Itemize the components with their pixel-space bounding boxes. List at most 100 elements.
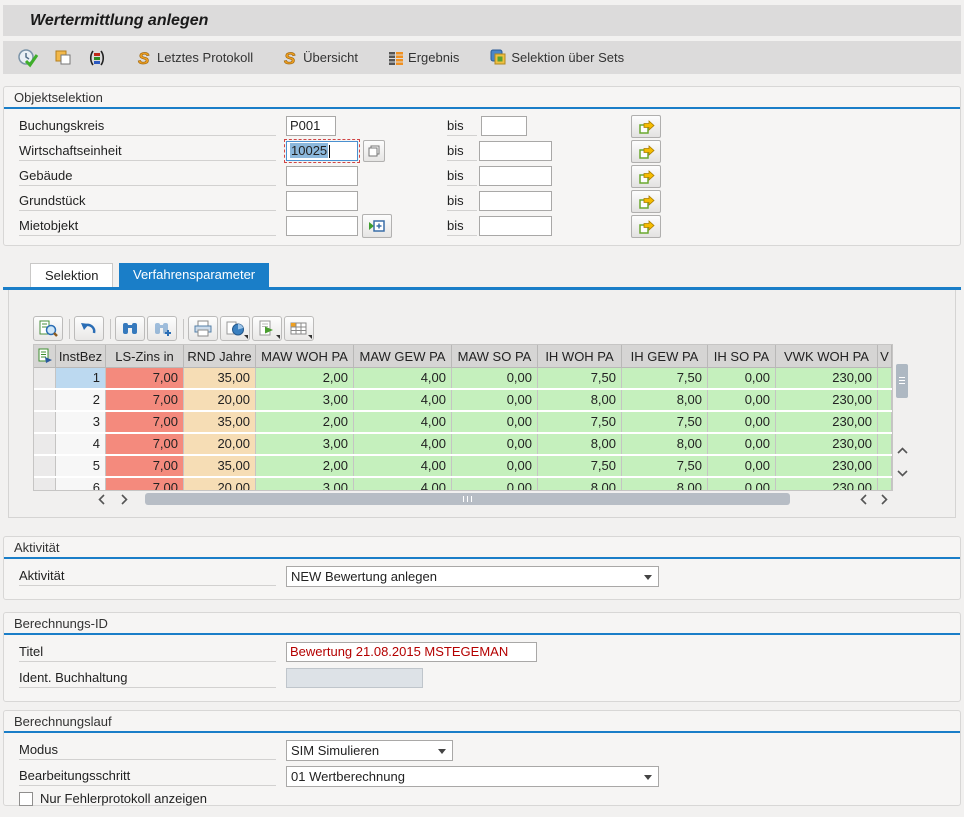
grid-cell[interactable]: 0,00 (452, 412, 538, 432)
grid-column-header[interactable]: MAW GEW PA (354, 345, 452, 368)
modus-dropdown[interactable]: SIM Simulieren (286, 740, 453, 761)
grid-column-header[interactable]: MAW SO PA (452, 345, 538, 368)
grid-cell[interactable]: 8,00 (622, 390, 708, 410)
scroll-left-end-button[interactable] (857, 492, 871, 506)
get-variant-button[interactable] (83, 47, 111, 69)
grid-cell[interactable]: 0,00 (452, 434, 538, 454)
last-protocol-button[interactable]: S Letztes Protokoll (133, 47, 257, 69)
grid-row-selector[interactable] (34, 434, 56, 454)
grid-cell[interactable]: 7,50 (622, 368, 708, 388)
grid-cell[interactable]: 3 (56, 412, 106, 432)
grid-cell[interactable]: 7,50 (538, 368, 622, 388)
grid-column-header[interactable]: InstBez (56, 345, 106, 368)
wirtschaftseinheit-multi-select-button[interactable] (631, 140, 661, 163)
grid-cell[interactable]: 35,00 (184, 412, 256, 432)
grid-cell[interactable]: 20,00 (184, 390, 256, 410)
grid-column-header[interactable]: LS-Zins in (106, 345, 184, 368)
gebaeude-input[interactable] (286, 166, 358, 186)
grid-cell[interactable]: 8,00 (538, 434, 622, 454)
gebaeude-multi-select-button[interactable] (631, 165, 661, 188)
grid-cell[interactable]: 0,00 (708, 368, 776, 388)
grid-cell[interactable]: 4,00 (354, 478, 452, 491)
scroll-up-button[interactable] (895, 444, 909, 458)
grundstueck-input[interactable] (286, 191, 358, 211)
grid-column-header[interactable]: MAW WOH PA (256, 345, 354, 368)
buchungskreis-bis-input[interactable] (481, 116, 527, 136)
grid-cell[interactable]: 8,00 (538, 478, 622, 491)
grid-cell[interactable]: 0,00 (452, 390, 538, 410)
grid-cell[interactable]: 6 (56, 478, 106, 491)
grid-column-header[interactable]: IH GEW PA (622, 345, 708, 368)
mietobjekt-input[interactable] (286, 216, 358, 236)
grid-column-header[interactable]: IH SO PA (708, 345, 776, 368)
grid-cell[interactable]: 7,00 (106, 412, 184, 432)
buchungskreis-multi-select-button[interactable] (631, 115, 661, 138)
grid-cell[interactable]: 4,00 (354, 390, 452, 410)
grid-cell[interactable]: 230,00 (776, 412, 878, 432)
grid-cell[interactable]: 230,00 (776, 368, 878, 388)
grid-cell[interactable]: 8,00 (538, 390, 622, 410)
grid-cell[interactable]: 4,00 (354, 434, 452, 454)
grid-cell[interactable] (878, 434, 892, 454)
grid-cell[interactable]: 7,50 (622, 412, 708, 432)
grid-horizontal-scrollbar[interactable] (33, 492, 893, 506)
grid-cell[interactable]: 35,00 (184, 456, 256, 476)
bearbeitungsschritt-dropdown[interactable]: 01 Wertberechnung (286, 766, 659, 787)
grid-cell[interactable]: 4,00 (354, 368, 452, 388)
grid-row-selector[interactable] (34, 456, 56, 476)
chart-menu-button[interactable] (220, 316, 250, 341)
result-button[interactable]: Ergebnis (384, 48, 463, 67)
vertical-scrollbar-thumb[interactable] (896, 364, 908, 398)
grid-cell[interactable]: 7,50 (538, 412, 622, 432)
find-next-button[interactable] (147, 316, 177, 341)
grid-cell[interactable]: 35,00 (184, 368, 256, 388)
grid-cell[interactable] (878, 456, 892, 476)
undo-button[interactable] (74, 316, 104, 341)
scroll-right-end-button[interactable] (877, 492, 891, 506)
grid-cell[interactable] (878, 368, 892, 388)
grid-cell[interactable]: 3,00 (256, 390, 354, 410)
grid-cell[interactable]: 0,00 (452, 478, 538, 491)
grid-cell[interactable]: 7,00 (106, 368, 184, 388)
grid-cell[interactable]: 2,00 (256, 456, 354, 476)
grid-cell[interactable]: 3,00 (256, 434, 354, 454)
activity-dropdown[interactable]: NEW Bewertung anlegen (286, 566, 659, 587)
grid-column-header[interactable]: RND Jahre (184, 345, 256, 368)
grid-cell[interactable]: 0,00 (708, 478, 776, 491)
horizontal-scrollbar-thumb[interactable] (145, 493, 790, 505)
grid-cell[interactable]: 7,00 (106, 390, 184, 410)
mietobjekt-multi-select-button[interactable] (631, 215, 661, 238)
tab-verfahrensparameter[interactable]: Verfahrensparameter (119, 263, 269, 287)
grid-cell[interactable]: 4,00 (354, 412, 452, 432)
grid-cell[interactable]: 2,00 (256, 368, 354, 388)
grundstueck-bis-input[interactable] (479, 191, 552, 211)
grid-cell[interactable]: 0,00 (452, 456, 538, 476)
gebaeude-bis-input[interactable] (479, 166, 552, 186)
wirtschaftseinheit-matchcode-button[interactable] (363, 140, 385, 162)
scroll-down-button[interactable] (895, 466, 909, 480)
grid-cell[interactable] (878, 390, 892, 410)
find-button[interactable] (115, 316, 145, 341)
grid-cell[interactable]: 0,00 (708, 434, 776, 454)
grid-cell[interactable]: 7,50 (538, 456, 622, 476)
grid-cell[interactable]: 4 (56, 434, 106, 454)
grid-cell[interactable]: 8,00 (622, 478, 708, 491)
grid-cell[interactable]: 0,00 (708, 412, 776, 432)
grid-cell[interactable]: 0,00 (708, 390, 776, 410)
grid-column-header[interactable]: VWK WOH PA (776, 345, 878, 368)
grid-column-header[interactable]: V (878, 345, 892, 368)
grid-cell[interactable]: 7,00 (106, 478, 184, 491)
execute-button[interactable] (13, 46, 43, 70)
grid-cell[interactable]: 230,00 (776, 390, 878, 410)
grid-cell[interactable]: 230,00 (776, 478, 878, 491)
grid-cell[interactable]: 20,00 (184, 478, 256, 491)
grid-cell[interactable]: 7,00 (106, 456, 184, 476)
grid-cell[interactable]: 230,00 (776, 456, 878, 476)
overview-button[interactable]: S Übersicht (279, 47, 362, 69)
print-button[interactable] (188, 316, 218, 341)
grid-column-header[interactable]: IH WOH PA (538, 345, 622, 368)
titel-input[interactable]: Bewertung 21.08.2015 MSTEGEMAN (286, 642, 537, 662)
grid-cell[interactable]: 3,00 (256, 478, 354, 491)
grid-row-selector[interactable] (34, 478, 56, 491)
scroll-left-button[interactable] (95, 492, 109, 506)
